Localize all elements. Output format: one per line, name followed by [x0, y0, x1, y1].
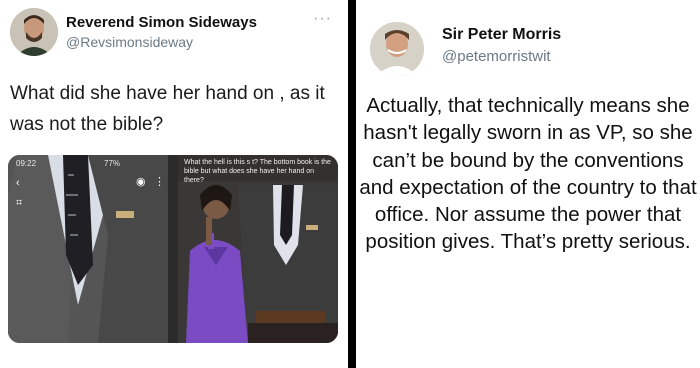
author-name[interactable]: Reverend Simon Sideways — [66, 14, 257, 31]
right-tweet: Sir Peter Morris @petemorristwit Actuall… — [356, 0, 700, 368]
author-handle[interactable]: @petemorristwit — [442, 48, 551, 65]
tweet-text: What did she have her hand on , as it wa… — [10, 83, 325, 135]
scan-icon[interactable]: ⌗ — [16, 197, 22, 210]
tweet-media[interactable]: 09:22 77% ‹ ◉ ⋮ ⌗ What the hell is this … — [8, 155, 338, 343]
status-battery: 77% — [104, 159, 121, 168]
more-options-icon[interactable]: ··· — [313, 10, 332, 28]
left-tweet: Reverend Simon Sideways @Revsimonsideway… — [0, 0, 348, 368]
status-time: 09:22 — [16, 159, 37, 168]
back-arrow-icon[interactable]: ‹ — [16, 177, 20, 189]
avatar[interactable] — [10, 8, 58, 56]
media-image-lapel[interactable]: 09:22 77% ‹ ◉ ⋮ ⌗ — [8, 155, 168, 343]
kebab-menu-icon[interactable]: ⋮ — [154, 175, 165, 188]
image-caption: What the hell is this s t? The bottom bo… — [184, 159, 331, 184]
author-handle[interactable]: @Revsimonsideway — [66, 34, 193, 50]
author-name[interactable]: Sir Peter Morris — [442, 26, 561, 44]
media-image-inauguration[interactable]: What the hell is this s t? The bottom bo… — [178, 155, 338, 343]
avatar[interactable] — [370, 22, 424, 76]
eye-icon[interactable]: ◉ — [136, 175, 146, 188]
tweet-text: Actually, that technically means she has… — [359, 94, 697, 254]
panel-divider — [348, 0, 356, 368]
